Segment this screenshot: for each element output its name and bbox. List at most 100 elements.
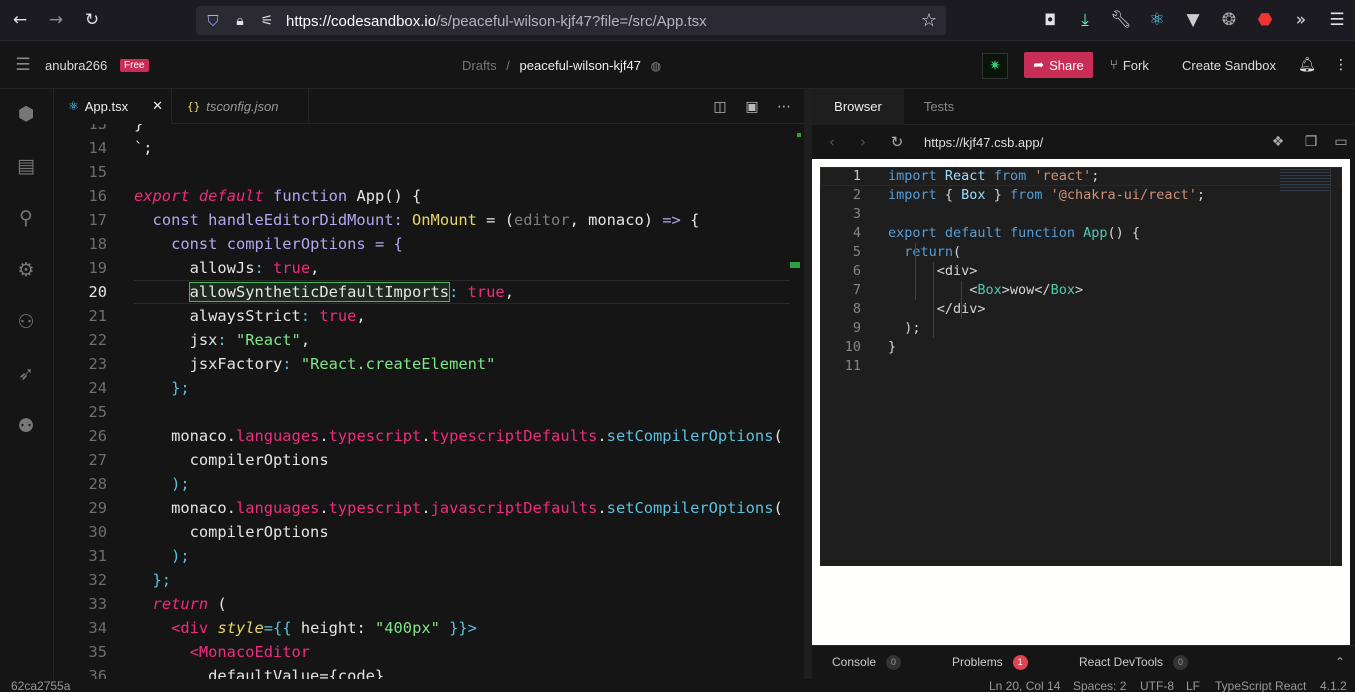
tab-app-tsx[interactable]: ⚛ App.tsx ✕ bbox=[54, 89, 172, 124]
downloads-icon[interactable]: ⤓ bbox=[1074, 9, 1096, 31]
preview-code-text: import React from 'react'; bbox=[888, 167, 1099, 186]
close-icon[interactable]: ✕ bbox=[152, 99, 163, 114]
url-host: https://codesandbox.io bbox=[286, 13, 437, 30]
tab-more-icon[interactable]: ⋯ bbox=[773, 96, 795, 118]
permissions-icon[interactable]: ⚟ bbox=[256, 10, 278, 32]
console-tab[interactable]: Console 0 bbox=[832, 655, 902, 671]
code-token: . bbox=[597, 499, 607, 517]
code-line: 27 compilerOptions bbox=[54, 448, 804, 472]
lock-icon[interactable]: 🔒︎ bbox=[229, 10, 251, 32]
users-icon[interactable]: ⚉ bbox=[12, 412, 40, 440]
code-text: <MonacoEditor bbox=[134, 640, 310, 664]
status-version[interactable]: 4.1.2 bbox=[1320, 679, 1347, 692]
username[interactable]: anubra266 bbox=[45, 58, 107, 73]
code-token: : bbox=[282, 355, 301, 373]
preview-code-line: 10} bbox=[820, 338, 1342, 357]
code-token: : bbox=[217, 331, 236, 349]
preview-frame[interactable]: 1 import React from 'react'; 2 import { Box… bbox=[812, 159, 1350, 645]
pocket-icon[interactable]: ◘ bbox=[1039, 9, 1061, 31]
preview-monaco-minimap bbox=[1280, 169, 1330, 191]
preview-copy-icon[interactable]: ❐ bbox=[1300, 131, 1322, 153]
preview-forward-icon[interactable]: › bbox=[852, 131, 874, 153]
code-token: = ( bbox=[476, 211, 514, 229]
code-token: OnMount bbox=[412, 211, 477, 229]
file-icon[interactable]: ▤ bbox=[12, 152, 40, 180]
preview-code-text: </div> bbox=[888, 300, 986, 319]
preview-monaco-scrollbar[interactable] bbox=[1330, 167, 1342, 566]
status-encoding[interactable]: UTF-8 bbox=[1140, 679, 1174, 692]
share-button[interactable]: ➦ Share bbox=[1024, 52, 1093, 78]
preview-code-token: ; bbox=[1196, 187, 1206, 203]
extension-icon[interactable]: ❂ bbox=[1218, 9, 1240, 31]
more-extensions-icon[interactable]: » bbox=[1290, 9, 1312, 31]
search-icon[interactable]: ⚲ bbox=[12, 204, 40, 232]
line-number: 27 bbox=[88, 451, 107, 469]
status-eol[interactable]: LF bbox=[1186, 679, 1200, 692]
code-token: editor bbox=[513, 211, 570, 229]
rocket-icon[interactable]: ➶ bbox=[12, 360, 40, 388]
preview-code-token: >wow</ bbox=[1001, 282, 1051, 298]
tab-tests[interactable]: Tests bbox=[904, 89, 974, 125]
preview-back-icon[interactable]: ‹ bbox=[821, 131, 843, 153]
preview-monaco-editor[interactable]: 1 import React from 'react'; 2 import { Box… bbox=[820, 167, 1342, 566]
preview-responsive-icon[interactable]: ❖ bbox=[1267, 131, 1289, 153]
more-options-icon[interactable]: ⋮ bbox=[1330, 54, 1352, 76]
avatar[interactable]: ✷ bbox=[982, 53, 1008, 79]
ublock-icon[interactable]: ⬣ bbox=[1254, 9, 1276, 31]
vue-extension-icon[interactable]: ▼ bbox=[1182, 9, 1204, 31]
code-text: }; bbox=[134, 376, 190, 400]
code-token: compilerOptions = { bbox=[217, 235, 403, 253]
code-token: "400px" bbox=[375, 619, 440, 637]
wrench-icon[interactable]: 🔧︎ bbox=[1110, 9, 1132, 31]
line-number: 28 bbox=[88, 475, 107, 493]
shield-icon[interactable]: ⛉ bbox=[202, 10, 224, 32]
code-text: return ( bbox=[134, 592, 227, 616]
preview-code-token: Box bbox=[1050, 282, 1075, 298]
react-devtools-extension-icon[interactable]: ⚛ bbox=[1146, 9, 1168, 31]
code-line: 30 compilerOptions bbox=[54, 520, 804, 544]
chevron-up-icon[interactable]: ⌃ bbox=[1329, 651, 1351, 673]
hamburger-menu-icon[interactable]: ☰ bbox=[1326, 9, 1348, 31]
menu-icon[interactable]: ☰ bbox=[12, 54, 34, 76]
preview-address[interactable]: https://kjf47.csb.app/ bbox=[924, 135, 1043, 150]
code-token: }; bbox=[134, 379, 190, 397]
notifications-bell-icon[interactable]: 🔔︎ bbox=[1296, 54, 1318, 76]
sandbox-name[interactable]: peaceful-wilson-kjf47 bbox=[520, 58, 641, 73]
code-token: typescriptDefaults bbox=[430, 427, 598, 445]
code-token: , bbox=[300, 331, 311, 349]
preview-code-token: 'react' bbox=[1034, 168, 1092, 184]
status-cursor[interactable]: Ln 20, Col 14 bbox=[989, 679, 1060, 692]
code-token: ( bbox=[773, 499, 783, 517]
create-sandbox-button[interactable]: Create Sandbox bbox=[1182, 58, 1276, 73]
pane-divider[interactable] bbox=[804, 89, 812, 679]
status-commit[interactable]: 62ca2755a bbox=[11, 679, 70, 692]
gear-icon[interactable]: ⚙ bbox=[12, 256, 40, 284]
address-bar[interactable]: ⛉ 🔒︎ ⚟ https://codesandbox.io/s/peaceful… bbox=[196, 6, 946, 35]
preview-window-icon[interactable]: ▣ bbox=[741, 96, 763, 118]
github-icon[interactable]: ⚇ bbox=[12, 308, 40, 336]
split-view-icon[interactable]: ◫ bbox=[709, 96, 731, 118]
preview-code-token: ( bbox=[953, 244, 962, 260]
cube-icon[interactable]: ⬢ bbox=[12, 100, 40, 128]
reload-icon[interactable]: ↻ bbox=[81, 9, 103, 31]
line-number: 14 bbox=[88, 139, 107, 157]
breadcrumb-drafts[interactable]: Drafts bbox=[462, 58, 497, 73]
json-icon: {} bbox=[187, 100, 201, 113]
preview-new-window-icon[interactable]: ▭ bbox=[1330, 131, 1352, 153]
forward-icon[interactable]: → bbox=[45, 9, 67, 31]
react-devtools-tab[interactable]: React DevTools 0 bbox=[1079, 655, 1189, 671]
tab-browser[interactable]: Browser bbox=[812, 89, 904, 125]
back-icon[interactable]: ← bbox=[9, 9, 31, 31]
status-spaces[interactable]: Spaces: 2 bbox=[1073, 679, 1126, 692]
code-line: 19 allowJs: true, bbox=[54, 256, 804, 280]
status-language[interactable]: TypeScript React bbox=[1215, 679, 1306, 692]
fork-button[interactable]: ⑂ Fork bbox=[1110, 52, 1149, 78]
privacy-icon[interactable]: ◍ bbox=[651, 59, 661, 73]
bookmark-star-icon[interactable]: ☆ bbox=[918, 10, 940, 32]
tab-tsconfig-json[interactable]: {} tsconfig.json bbox=[173, 89, 309, 124]
share-icon: ➦ bbox=[1033, 57, 1045, 73]
problems-tab[interactable]: Problems 1 bbox=[952, 655, 1028, 671]
code-editor[interactable]: 13} 14 `; 15 16 export default function App()… bbox=[54, 124, 804, 679]
preview-reload-icon[interactable]: ↻ bbox=[886, 131, 908, 153]
